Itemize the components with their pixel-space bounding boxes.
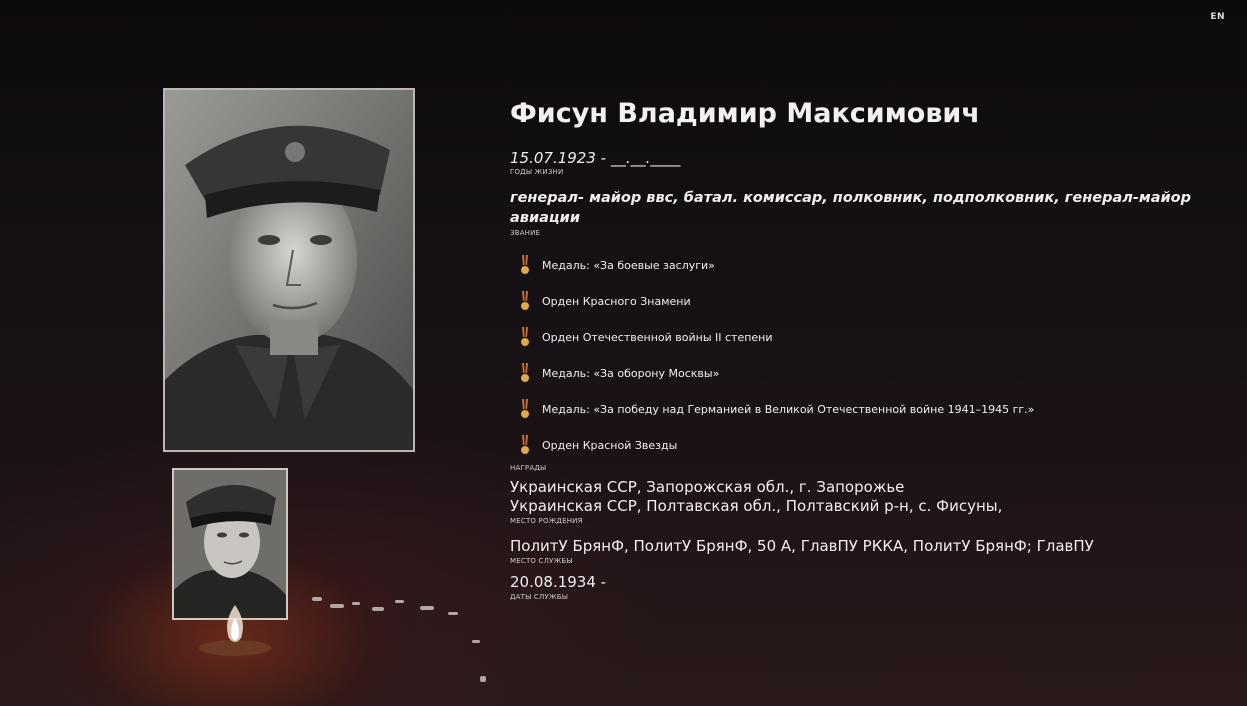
medal-icon <box>521 327 529 346</box>
person-name: Фисун Владимир Максимович <box>510 98 980 129</box>
award-item: Медаль: «За боевые заслуги» <box>520 247 1210 283</box>
medal-icon <box>521 399 529 418</box>
awards-caption: НАГРАДЫ <box>510 464 547 472</box>
award-label: Орден Красного Знамени <box>542 294 691 308</box>
person-info: Фисун Владимир Максимович 15.07.1923 - _… <box>510 98 1210 601</box>
award-item: Орден Отечественной войны II степени <box>520 319 1210 355</box>
language-switch-button[interactable]: EN <box>1210 12 1225 22</box>
medal-icon <box>521 291 529 310</box>
medal-icon <box>521 435 529 454</box>
award-item: Орден Красного Знамени <box>520 283 1210 319</box>
birthplace-line: Украинская ССР, Запорожская обл., г. Зап… <box>510 478 905 496</box>
lifespan-value: 15.07.1923 - __.__.____ <box>510 149 681 167</box>
medal-icon <box>521 255 529 274</box>
award-item: Медаль: «За победу над Германией в Велик… <box>520 391 1210 427</box>
birthplace-line: Украинская ССР, Полтавская обл., Полтавс… <box>510 497 1003 515</box>
award-label: Медаль: «За боевые заслуги» <box>542 258 715 272</box>
rank-caption: ЗВАНИЕ <box>510 229 541 237</box>
portrait-image <box>165 90 413 450</box>
medal-icon <box>521 363 529 382</box>
award-label: Орден Красной Звезды <box>542 438 678 452</box>
rank-value: генерал- майор ввс, батал. комиссар, пол… <box>510 190 1192 226</box>
award-label: Медаль: «За оборону Москвы» <box>542 366 720 380</box>
service-place-caption: МЕСТО СЛУЖБЫ <box>510 557 573 565</box>
award-label: Медаль: «За победу над Германией в Велик… <box>542 402 1035 416</box>
service-place-value: ПолитУ БрянФ, ПолитУ БрянФ, 50 А, ГлавПУ… <box>510 537 1094 555</box>
service-dates-value: 20.08.1934 - <box>510 573 607 591</box>
portrait-thumbnail[interactable] <box>172 468 288 620</box>
memorial-screen: EN Фисун Владимир Максимович 15.07.1923 … <box>0 0 1247 706</box>
award-item: Орден Красной Звезды <box>520 427 1210 463</box>
portrait-photo <box>163 88 415 452</box>
service-dates-caption: ДАТЫ СЛУЖБЫ <box>510 593 569 601</box>
award-label: Орден Отечественной войны II степени <box>542 330 773 344</box>
birthplace-caption: МЕСТО РОЖДЕНИЯ <box>510 517 583 525</box>
thumbnail-image <box>174 470 286 618</box>
lifespan-caption: ГОДЫ ЖИЗНИ <box>510 168 564 176</box>
award-item: Медаль: «За оборону Москвы» <box>520 355 1210 391</box>
eternal-flame-icon <box>199 605 271 656</box>
awards-list: Медаль: «За боевые заслуги» Орден Красно… <box>520 247 1210 463</box>
